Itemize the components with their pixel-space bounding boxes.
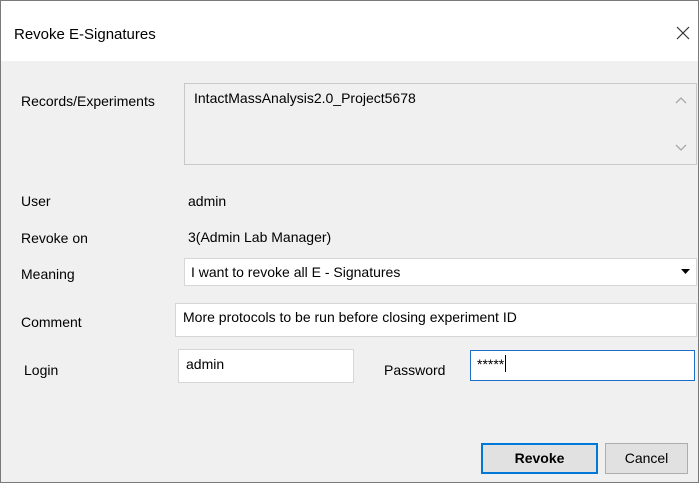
records-value: IntactMassAnalysis2.0_Project5678 <box>194 90 416 106</box>
user-label: User <box>21 193 51 209</box>
title-bar: Revoke E-Signatures <box>1 1 698 61</box>
comment-value: More protocols to be run before closing … <box>183 309 517 325</box>
revoke-esignatures-dialog: Revoke E-Signatures Records/Experiments … <box>0 0 699 483</box>
meaning-label: Meaning <box>21 266 75 282</box>
meaning-selected-value: I want to revoke all E - Signatures <box>191 264 401 280</box>
comment-label: Comment <box>21 314 82 330</box>
user-value: admin <box>188 193 227 209</box>
meaning-select[interactable]: I want to revoke all E - Signatures <box>184 258 697 286</box>
password-field[interactable]: ***** <box>470 350 695 381</box>
password-value: ***** <box>477 356 505 372</box>
comment-field[interactable]: More protocols to be run before closing … <box>175 303 697 337</box>
password-label: Password <box>384 362 446 378</box>
scroll-down-icon[interactable] <box>674 143 688 153</box>
login-label: Login <box>24 362 59 378</box>
text-caret <box>505 355 507 372</box>
login-value: admin <box>186 356 225 372</box>
revoke-on-value: 3(Admin Lab Manager) <box>188 229 332 245</box>
dropdown-arrow-icon <box>681 269 690 274</box>
dialog-title: Revoke E-Signatures <box>14 26 156 43</box>
password-text-wrap: ***** <box>477 355 507 372</box>
close-icon <box>676 26 690 40</box>
records-label: Records/Experiments <box>21 93 155 109</box>
revoke-on-label: Revoke on <box>21 230 88 246</box>
scroll-up-icon[interactable] <box>674 95 688 105</box>
login-field[interactable]: admin <box>178 349 354 383</box>
revoke-button[interactable]: Revoke <box>481 443 598 474</box>
records-list[interactable]: IntactMassAnalysis2.0_Project5678 <box>184 83 697 165</box>
cancel-button[interactable]: Cancel <box>605 443 688 474</box>
close-button[interactable] <box>668 18 698 48</box>
